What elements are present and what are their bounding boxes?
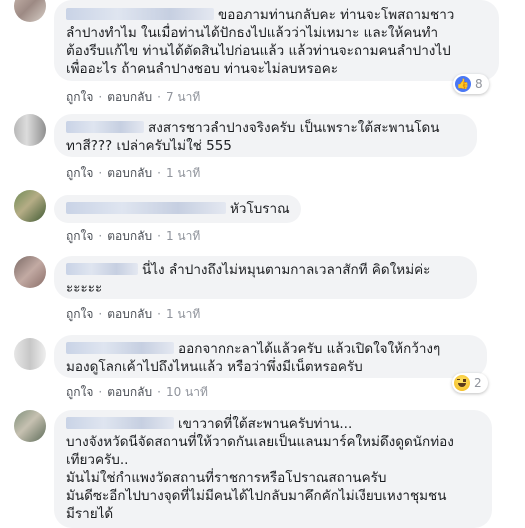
comment-line: เทียวครับ..	[66, 452, 129, 468]
reply-button[interactable]: ตอบกลับ	[107, 307, 152, 321]
comment-line: นี่ไง ลำปางถึงไม่หมุนตามกาลเวลาสักที คิด…	[66, 261, 465, 279]
like-button[interactable]: ถูกใจ	[66, 307, 93, 321]
comment-bubble: ออกจากกะลาได้แล้วครับ แล้วเปิดใจให้กว้าง…	[54, 335, 487, 378]
like-button[interactable]: ถูกใจ	[66, 90, 93, 104]
commenter-name[interactable]	[66, 8, 214, 20]
comment-line: ขออภามท่านกลับคะ ท่านจะโพสถามชาว	[66, 6, 487, 24]
timestamp[interactable]: 10 นาที	[166, 385, 208, 399]
like-button[interactable]: ถูกใจ	[66, 385, 93, 399]
avatar[interactable]	[14, 114, 46, 146]
comment-line: สงสารชาวลำปางจริงครับ เป็นเพราะใต้สะพานโ…	[66, 119, 465, 137]
comment-actions: ถูกใจ · ตอบกลับ · 1 นาที	[66, 307, 201, 321]
comment-line: มีรายได้	[66, 506, 114, 522]
avatar[interactable]	[14, 338, 46, 370]
commenter-name[interactable]	[66, 417, 174, 429]
comment-line: ะะะะะ	[66, 280, 103, 296]
comment-actions: ถูกใจ · ตอบกลับ · 7 นาที	[66, 90, 201, 104]
commenter-name[interactable]	[66, 202, 226, 214]
reply-button[interactable]: ตอบกลับ	[107, 385, 152, 399]
comment-actions: ถูกใจ · ตอบกลับ · 1 นาที	[66, 166, 201, 180]
like-button[interactable]: ถูกใจ	[66, 229, 93, 243]
avatar[interactable]	[14, 0, 46, 22]
timestamp[interactable]: 1 นาที	[166, 229, 200, 243]
comment-line: เพื่ออะไร ถ้าคนลำปางชอบ ท่านจะไม่ลบหรอคะ	[66, 61, 338, 77]
avatar[interactable]	[14, 256, 46, 288]
commenter-name[interactable]	[66, 121, 144, 133]
reaction-count[interactable]: 2	[452, 373, 488, 393]
commenter-name[interactable]	[66, 342, 174, 354]
comment-line: ลำปางทำไม ในเมื่อท่านได้ปักธงไปแล้วว่าไม…	[66, 25, 439, 41]
comment-line: ทาสี??? เปล่าครับไม่ใช่ 555	[66, 138, 232, 154]
timestamp[interactable]: 7 นาที	[166, 90, 200, 104]
commenter-name[interactable]	[66, 263, 138, 275]
comment-bubble: ขออภามท่านกลับคะ ท่านจะโพสถามชาว ลำปางทำ…	[54, 0, 499, 81]
comment-actions: ถูกใจ · ตอบกลับ · 1 นาที	[66, 229, 201, 243]
avatar[interactable]	[14, 410, 46, 442]
like-button[interactable]: ถูกใจ	[66, 166, 93, 180]
comment-line: ออกจากกะลาได้แล้วครับ แล้วเปิดใจให้กว้าง…	[66, 340, 475, 358]
haha-icon	[454, 375, 470, 391]
avatar[interactable]	[14, 190, 46, 222]
comment-line: มองดูโลกเค้าไปถึงไหนแล้ว หรือว่าพึ่งมีเน…	[66, 359, 363, 375]
reaction-count[interactable]: 👍 8	[453, 74, 489, 94]
comment-bubble: สงสารชาวลำปางจริงครับ เป็นเพราะใต้สะพานโ…	[54, 114, 477, 157]
reply-button[interactable]: ตอบกลับ	[107, 229, 152, 243]
timestamp[interactable]: 1 นาที	[166, 166, 200, 180]
reply-button[interactable]: ตอบกลับ	[107, 166, 152, 180]
timestamp[interactable]: 1 นาที	[166, 307, 200, 321]
comment-line: มันไม่ใช่กำแพงวัดสถานที่ราชการหรือโปราณส…	[66, 470, 387, 486]
comment-bubble: นี่ไง ลำปางถึงไม่หมุนตามกาลเวลาสักที คิด…	[54, 256, 477, 299]
reply-button[interactable]: ตอบกลับ	[107, 90, 152, 104]
comment-line: บางจังหวัดนีจัดสถานที่ให้วาดกันเลยเป็นแล…	[66, 434, 454, 450]
comment-line: ต้องรีบแก้ไข ท่านได้ตัดสินไปก่อนแล้ว แล้…	[66, 43, 451, 59]
like-icon: 👍	[455, 76, 471, 92]
comment-line: เขาวาดที่ใต้สะพานครับท่าน...	[66, 415, 480, 433]
comment-line: หัวโบราณ	[66, 200, 290, 218]
comment-bubble: หัวโบราณ	[54, 195, 301, 223]
comment-actions: ถูกใจ · ตอบกลับ · 10 นาที	[66, 385, 208, 399]
comment-line: มันดีซะอีกไปบางจุดที่ไม่มีคนได้ไปกลับมาค…	[66, 488, 447, 504]
comment-bubble: เขาวาดที่ใต้สะพานครับท่าน... บางจังหวัดน…	[54, 410, 492, 528]
